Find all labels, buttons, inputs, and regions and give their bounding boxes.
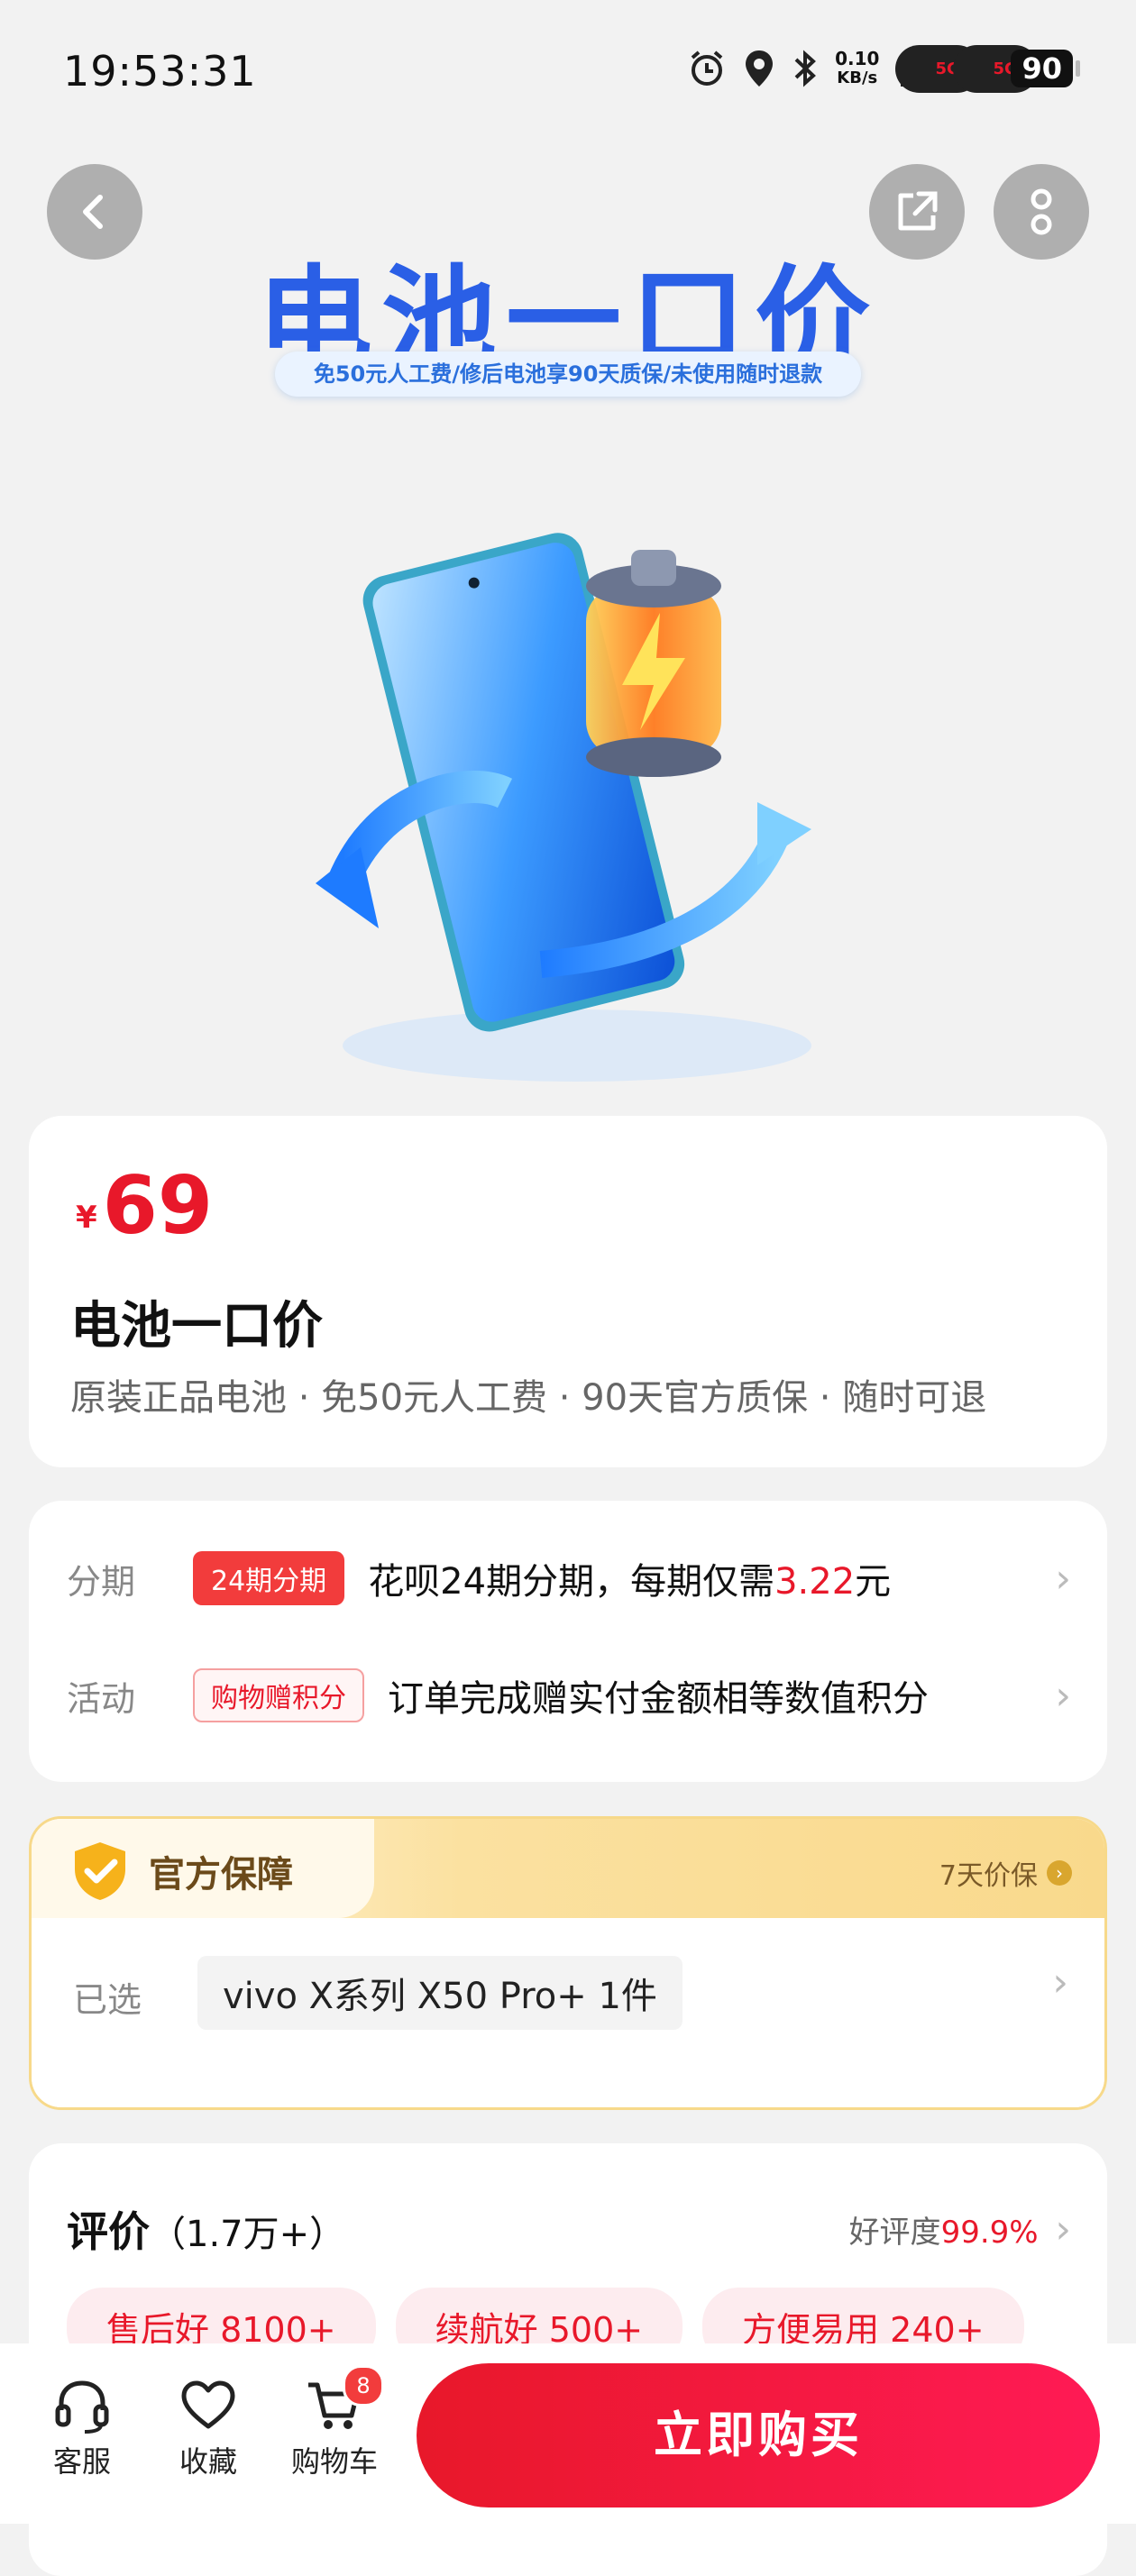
promotion-label: 活动 <box>67 1678 136 1719</box>
guarantee-card: 官方保障 7天价保 › 已选 vivo X系列 X50 Pro+ 1件 › <box>29 1816 1107 2110</box>
currency-symbol: ¥ <box>76 1200 97 1236</box>
buy-now-button[interactable]: 立即购买 <box>417 2363 1100 2507</box>
installment-text: 花呗24期分期，每期仅需3.22元 <box>368 1561 892 1603</box>
status-bar: 19:53:31 0.10 KB/s 5G 5G 90 <box>0 0 1136 144</box>
chevron-right-icon[interactable]: › <box>1032 1959 1068 2005</box>
headset-icon <box>55 2380 109 2434</box>
chevron-right-icon: › <box>1047 1860 1072 1886</box>
customer-service-button[interactable]: 客服 <box>32 2372 132 2480</box>
installment-label: 分期 <box>67 1561 136 1602</box>
hero-subtitle: 免50元人工费/修后电池享90天质保/未使用随时退款 <box>275 352 861 397</box>
product-info-card: ¥69 电池一口价 原装正品电池 · 免50元人工费 · 90天官方质保 · 随… <box>29 1116 1107 1467</box>
signal-icon: 5G <box>895 45 982 93</box>
selected-variant[interactable]: vivo X系列 X50 Pro+ 1件 <box>197 1956 683 2030</box>
favorite-label: 收藏 <box>179 2444 237 2479</box>
product-description: 原装正品电池 · 免50元人工费 · 90天官方质保 · 随时可退 <box>70 1377 987 1419</box>
battery-indicator: 90 <box>1011 50 1080 87</box>
net-speed: 0.10 KB/s <box>835 48 880 87</box>
status-time: 19:53:31 <box>63 47 257 96</box>
promotion-text: 订单完成赠实付金额相等数值积分 <box>388 1678 929 1720</box>
rating-link[interactable]: 好评度99.9% › <box>849 2206 1071 2252</box>
rating-value: 99.9% <box>940 2215 1039 2251</box>
customer-service-label: 客服 <box>52 2444 111 2479</box>
location-icon <box>746 50 774 87</box>
bottom-action-bar: 客服 收藏 8 购物车 立即购买 <box>0 2343 1136 2524</box>
installment-badge: 24期分期 <box>193 1551 345 1605</box>
bluetooth-icon <box>794 50 817 87</box>
favorite-button[interactable]: 收藏 <box>159 2372 258 2480</box>
product-title: 电池一口价 <box>70 1297 323 1356</box>
cart-button[interactable]: 8 购物车 <box>285 2365 384 2480</box>
alarm-icon <box>691 50 723 86</box>
promotion-row[interactable]: 活动 购物赠积分 订单完成赠实付金额相等数值积分 › <box>67 1659 1071 1731</box>
chevron-right-icon: › <box>1055 1555 1071 1602</box>
promotion-badge: 购物赠积分 <box>193 1668 364 1722</box>
price-protection-link[interactable]: 7天价保 › <box>939 1853 1072 1893</box>
installment-amount: 3.22 <box>774 1561 856 1603</box>
heart-icon <box>181 2380 235 2429</box>
installment-row[interactable]: 分期 24期分期 花呗24期分期，每期仅需3.22元 › <box>67 1542 1071 1614</box>
guarantee-title: 官方保障 <box>68 1839 293 1904</box>
cart-label: 购物车 <box>290 2444 378 2479</box>
cart-count-badge: 8 <box>343 2365 384 2407</box>
reviews-count: （1.7万+） <box>150 2214 346 2255</box>
chevron-right-icon: › <box>1055 1672 1071 1719</box>
signal-icon-2: 5G <box>953 45 1040 93</box>
shield-check-icon <box>75 1842 125 1900</box>
hero-banner: 电池一口价 免50元人工费/修后电池享90天质保/未使用随时退款 <box>0 144 1136 1100</box>
reviews-title: 评价（1.7万+） <box>67 2207 346 2256</box>
price-value: 69 <box>102 1159 214 1252</box>
status-icons: 0.10 KB/s 5G 5G 90 <box>687 45 1080 93</box>
selected-label: 已选 <box>73 1980 142 2020</box>
product-price: ¥69 <box>76 1159 213 1252</box>
phone-battery-illustration <box>316 533 811 1082</box>
chevron-right-icon: › <box>1055 2206 1071 2252</box>
activities-card: 分期 24期分期 花呗24期分期，每期仅需3.22元 › 活动 购物赠积分 订单… <box>29 1501 1107 1782</box>
